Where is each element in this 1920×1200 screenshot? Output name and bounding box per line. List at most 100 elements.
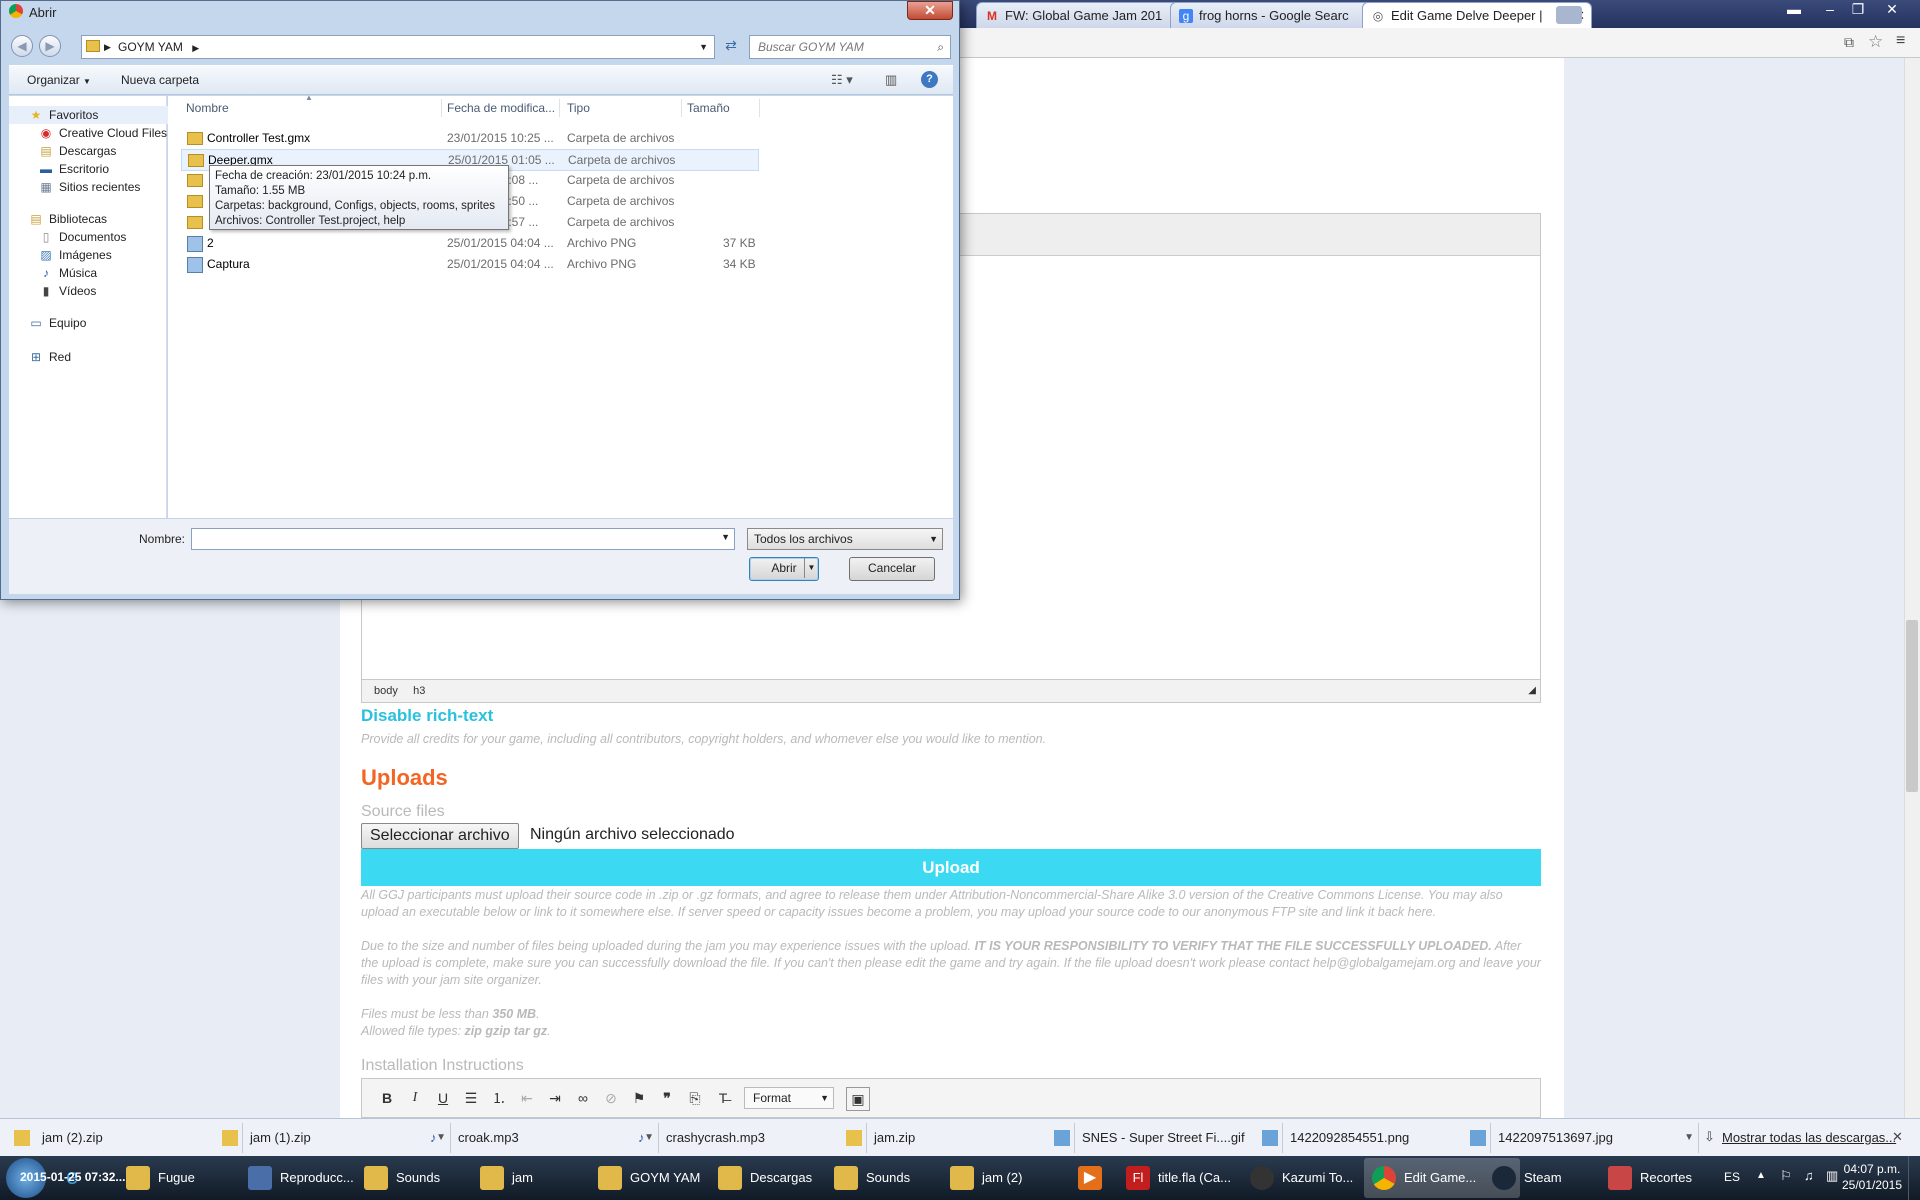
desktop-icon: ▬ xyxy=(40,162,52,176)
volume-icon[interactable]: ♫ xyxy=(1804,1168,1814,1183)
new-tab-button[interactable] xyxy=(1556,6,1582,24)
nav-videos[interactable]: ▮ Vídeos xyxy=(9,282,97,300)
chevron-down-icon[interactable]: ▼ xyxy=(699,36,708,58)
forward-button[interactable]: ▶ xyxy=(39,35,61,57)
file-row[interactable]: Captura 25/01/2015 04:04 ... Archivo PNG… xyxy=(181,254,757,274)
nav-libraries[interactable]: ▤ Bibliotecas xyxy=(9,210,107,228)
scrollbar-thumb[interactable] xyxy=(1906,620,1918,792)
outdent-icon[interactable]: ⇤ xyxy=(516,1087,538,1109)
column-header-type[interactable]: Tipo xyxy=(567,101,590,115)
cancel-button[interactable]: Cancelar xyxy=(849,557,935,581)
show-all-downloads-link[interactable]: Mostrar todas las descargas... xyxy=(1722,1130,1896,1145)
numbered-list-icon[interactable]: ⒈ xyxy=(488,1087,510,1109)
taskbar-item[interactable]: ▶ xyxy=(1070,1158,1106,1198)
file-row[interactable]: 2 25/01/2015 04:04 ... Archivo PNG 37 KB xyxy=(181,233,757,253)
download-item[interactable]: 1422092854551.png▼ xyxy=(1250,1123,1491,1153)
anchor-flag-icon[interactable]: ⚑ xyxy=(628,1087,650,1109)
nav-music[interactable]: ♪ Música xyxy=(9,264,97,282)
link-icon[interactable]: ∞ xyxy=(572,1087,594,1109)
nav-desktop[interactable]: ▬ Escritorio xyxy=(9,160,109,178)
action-center-icon[interactable]: ⚐ xyxy=(1780,1168,1792,1184)
tab-label: frog horns - Google Searc xyxy=(1199,8,1349,23)
blockquote-icon[interactable]: ❞ xyxy=(656,1087,678,1109)
file-row[interactable]: Controller Test.gmx 23/01/2015 10:25 ...… xyxy=(181,128,757,148)
help-icon[interactable]: ? xyxy=(921,71,938,88)
media-player-icon xyxy=(248,1166,272,1190)
new-folder-button[interactable]: Nueva carpeta xyxy=(121,73,199,87)
close-icon[interactable]: ✕ xyxy=(1892,1129,1903,1145)
column-header-date[interactable]: Fecha de modifica... xyxy=(447,101,555,115)
download-item[interactable]: jam (1).zip ▼ xyxy=(210,1123,451,1153)
nav-computer[interactable]: ▭ Equipo xyxy=(9,314,86,332)
show-desktop-button[interactable] xyxy=(1908,1156,1920,1200)
path-item[interactable]: body xyxy=(374,685,398,697)
image-icon[interactable]: ▣ xyxy=(846,1087,870,1111)
nav-creative-cloud[interactable]: ◉ Creative Cloud Files xyxy=(9,124,167,142)
folder-icon xyxy=(598,1166,622,1190)
open-button[interactable]: Abrir ▼ xyxy=(749,557,819,581)
format-select[interactable]: Format ▼ xyxy=(744,1087,834,1109)
file-type: Carpeta de archivos xyxy=(567,215,675,229)
refresh-icon[interactable]: ⇄ xyxy=(719,37,743,57)
chevron-down-icon[interactable]: ▼ xyxy=(721,532,730,542)
dialog-close-button[interactable]: ✕ xyxy=(907,1,953,20)
path-item[interactable]: h3 xyxy=(413,685,425,697)
unlink-icon[interactable]: ⊘ xyxy=(600,1087,622,1109)
resize-handle-icon[interactable]: ◢ xyxy=(1528,680,1536,702)
folder-icon xyxy=(834,1166,858,1190)
underline-button[interactable]: U xyxy=(432,1087,454,1109)
tray-arrow-icon[interactable]: ▲ xyxy=(1756,1170,1766,1181)
restore-button[interactable]: ❐ xyxy=(1844,0,1872,18)
chevron-down-icon[interactable]: ▼ xyxy=(804,558,818,578)
download-item[interactable]: 1422097513697.jpg ▼ xyxy=(1458,1123,1699,1153)
paste-icon[interactable]: ⎘ xyxy=(684,1087,706,1109)
tab-google-search[interactable]: g frog horns - Google Searc ✕ xyxy=(1170,2,1392,29)
menu-icon[interactable]: ≡ xyxy=(1896,32,1905,50)
column-header-name[interactable]: Nombre xyxy=(186,101,229,115)
bullet-list-icon[interactable]: ☰ xyxy=(460,1087,482,1109)
user-icon[interactable]: ▬ xyxy=(1780,0,1808,18)
nav-documents[interactable]: ▯ Documentos xyxy=(9,228,127,246)
file-types-text: Allowed file types: zip gzip tar gz. xyxy=(361,1024,551,1038)
bold-button[interactable]: B xyxy=(376,1087,398,1109)
tab-gmail[interactable]: M FW: Global Game Jam 201 ✕ xyxy=(976,2,1198,29)
network-icon[interactable]: ▥ xyxy=(1826,1168,1838,1184)
address-path[interactable]: GOYM YAM xyxy=(118,40,183,54)
nav-downloads[interactable]: ▤ Descargas xyxy=(9,142,116,160)
nav-pictures[interactable]: ▨ Imágenes xyxy=(9,246,111,264)
preview-pane-icon[interactable]: ▥ xyxy=(885,72,897,88)
scrollbar[interactable] xyxy=(1904,58,1920,1118)
page-action-icon[interactable]: ⧉ xyxy=(1844,34,1854,51)
column-header-size[interactable]: Tamaño xyxy=(687,101,730,115)
chrome-icon xyxy=(1372,1166,1396,1190)
remove-format-icon[interactable]: T̶ xyxy=(712,1087,734,1109)
recent-places-icon: ▦ xyxy=(40,180,52,194)
italic-button[interactable]: I xyxy=(404,1087,426,1109)
download-item[interactable]: SNES - Super Street Fi....gif▼ xyxy=(1042,1123,1283,1153)
choose-file-button[interactable]: Seleccionar archivo xyxy=(361,823,519,849)
bookmark-star-icon[interactable]: ☆ xyxy=(1868,32,1883,52)
chevron-down-icon: ▼ xyxy=(820,1093,829,1103)
folder-icon xyxy=(187,195,203,208)
address-bar[interactable]: ▶ GOYM YAM ▶ ▼ xyxy=(81,35,715,59)
disable-richtext-link[interactable]: Disable rich-text xyxy=(361,706,493,726)
upload-button[interactable]: Upload xyxy=(361,849,1541,886)
download-item[interactable]: ♪crashycrash.mp3▼ xyxy=(626,1123,867,1153)
nav-recent-places[interactable]: ▦ Sitios recientes xyxy=(9,178,140,196)
clock-time[interactable]: 04:07 p.m. xyxy=(1840,1162,1904,1176)
nav-network[interactable]: ⊞ Red xyxy=(9,348,71,366)
organize-menu[interactable]: Organizar ▼ xyxy=(27,73,91,87)
language-indicator[interactable]: ES xyxy=(1724,1170,1740,1184)
clock-date[interactable]: 25/01/2015 xyxy=(1840,1178,1904,1192)
close-window-button[interactable]: ✕ xyxy=(1878,0,1906,18)
minimize-button[interactable]: – xyxy=(1816,0,1844,18)
filename-input[interactable]: ▼ xyxy=(191,528,735,550)
file-type-select[interactable]: Todos los archivos ▼ xyxy=(747,528,943,550)
download-item[interactable]: ♪ croak.mp3 ▼ xyxy=(418,1123,659,1153)
view-menu-icon[interactable]: ☷ ▾ xyxy=(831,72,853,88)
download-item[interactable]: jam (2).zip▼ xyxy=(2,1123,243,1153)
indent-icon[interactable]: ⇥ xyxy=(544,1087,566,1109)
search-input[interactable]: Buscar GOYM YAM ⌕ xyxy=(749,35,951,59)
download-item[interactable]: jam.zip▼ xyxy=(834,1123,1075,1153)
back-button[interactable]: ◀ xyxy=(11,35,33,57)
